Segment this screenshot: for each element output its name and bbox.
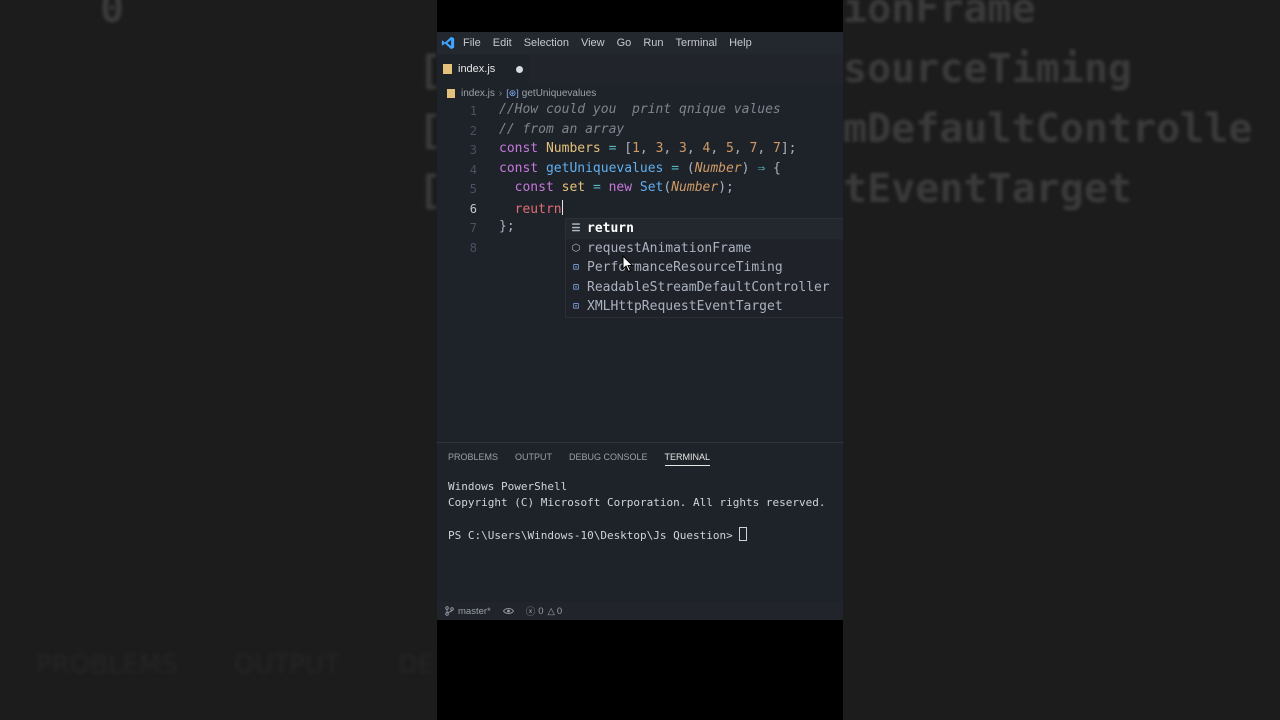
bg-right-text-2: sourceTiming bbox=[843, 46, 1132, 92]
bg-left-text-2: [e bbox=[418, 48, 437, 94]
live-share-indicator[interactable] bbox=[502, 607, 514, 615]
chevron-right-icon: › bbox=[498, 87, 503, 99]
code-text: const getUniquevalues = (Number) ⇒ { bbox=[499, 160, 781, 176]
error-icon: ⓧ bbox=[525, 607, 536, 618]
line-number: 7 bbox=[469, 221, 477, 235]
code-line-2: 2 // from an array bbox=[437, 122, 843, 141]
problems-indicator[interactable]: ⓧ 0 △ 0 bbox=[525, 604, 563, 619]
line-number: 2 bbox=[469, 123, 477, 138]
warning-icon: △ bbox=[547, 605, 555, 617]
code-line-1: 1 //How could you print qnique values bbox=[437, 102, 843, 121]
suggestion-item[interactable]: ⊡ PerformanceResourceTiming bbox=[566, 258, 843, 278]
bg-left-text-1: 0 bbox=[100, 0, 125, 32]
vscode-logo-icon bbox=[441, 36, 455, 50]
code-text: //How could you print qnique values bbox=[499, 102, 781, 117]
menu-bar: File Edit Selection View Go Run Terminal… bbox=[437, 32, 843, 54]
line-number: 1 bbox=[469, 104, 477, 118]
js-file-icon bbox=[447, 88, 455, 98]
menu-view[interactable]: View bbox=[581, 37, 605, 49]
line-number: 4 bbox=[469, 162, 477, 177]
bg-right-text-3: mDefaultControlle bbox=[843, 106, 1253, 152]
mouse-cursor-icon bbox=[622, 255, 634, 273]
branch-indicator[interactable]: master* bbox=[445, 606, 491, 617]
background-left-blur: 0 [e [e [e PROBLEMS OUTPUT DE bbox=[0, 0, 437, 720]
menu-terminal[interactable]: Terminal bbox=[676, 37, 718, 49]
keyword-icon: ☰ bbox=[571, 223, 581, 235]
terminal-output[interactable]: Windows PowerShell Copyright (C) Microso… bbox=[448, 479, 826, 544]
suggestion-item[interactable]: ☰ return bbox=[566, 219, 843, 239]
bg-problems-text: PROBLEMS bbox=[36, 650, 178, 680]
bg-right-text-4: tEventTarget bbox=[843, 166, 1132, 212]
menu-file[interactable]: File bbox=[463, 37, 481, 49]
code-text: const set = new Set(Number); bbox=[514, 180, 734, 195]
warning-count: 0 bbox=[556, 605, 563, 617]
suggestion-item[interactable]: ⊡ ReadableStreamDefaultController bbox=[566, 278, 843, 298]
suggestion-label: requestAnimationFrame bbox=[587, 240, 752, 256]
tab-output[interactable]: OUTPUT bbox=[515, 452, 552, 466]
variable-icon: ⊡ bbox=[572, 262, 580, 274]
tab-terminal[interactable]: TERMINAL bbox=[664, 452, 711, 466]
error-count: 0 bbox=[538, 605, 544, 617]
git-branch-icon bbox=[445, 606, 454, 616]
code-line-5: 5 const set = new Set(Number); bbox=[437, 180, 843, 199]
variable-icon: ⊡ bbox=[572, 301, 580, 313]
code-text: reutrn bbox=[514, 199, 563, 217]
status-bar: master* ⓧ 0 △ 0 bbox=[437, 602, 843, 620]
terminal-cursor bbox=[739, 527, 748, 541]
line-number: 5 bbox=[469, 182, 477, 196]
letterbox-bottom bbox=[437, 620, 843, 720]
function-icon: ⬡ bbox=[571, 242, 581, 254]
letterbox-top bbox=[437, 0, 843, 32]
terminal-prompt: PS C:\Users\Windows-10\Desktop\Js Questi… bbox=[448, 529, 740, 542]
bg-left-text-3: [e bbox=[418, 108, 437, 154]
bg-right-text-1: ionFrame bbox=[843, 0, 1036, 32]
editor-tab-bar: index.js bbox=[437, 54, 843, 84]
tab-problems[interactable]: PROBLEMS bbox=[448, 452, 498, 466]
bottom-panel: PROBLEMS OUTPUT DEBUG CONSOLE TERMINAL W… bbox=[437, 442, 843, 603]
line-number: 6 bbox=[469, 201, 477, 216]
unsaved-dot-icon[interactable] bbox=[516, 66, 523, 73]
function-symbol-icon: [⊛] bbox=[506, 87, 519, 98]
js-file-icon bbox=[443, 64, 452, 74]
breadcrumb-file[interactable]: index.js bbox=[461, 88, 495, 99]
menu-edit[interactable]: Edit bbox=[493, 37, 512, 49]
tab-index-js[interactable]: index.js bbox=[437, 54, 529, 84]
terminal-line: Windows PowerShell bbox=[448, 480, 568, 493]
eye-icon bbox=[502, 608, 514, 614]
code-text: }; bbox=[499, 219, 515, 234]
breadcrumb: index.js › [⊛] getUniquevalues bbox=[437, 84, 843, 102]
line-number: 3 bbox=[469, 143, 477, 157]
bg-output-text: OUTPUT bbox=[234, 650, 340, 680]
suggestion-label: XMLHttpRequestEventTarget bbox=[587, 299, 783, 315]
code-line-4: 4 const getUniquevalues = (Number) ⇒ { bbox=[437, 161, 843, 180]
suggestion-item[interactable]: ⬡ requestAnimationFrame bbox=[566, 239, 843, 259]
suggestion-label: ReadableStreamDefaultController bbox=[587, 279, 830, 295]
menu-help[interactable]: Help bbox=[729, 37, 752, 49]
menu-selection[interactable]: Selection bbox=[524, 37, 569, 49]
code-text: // from an array bbox=[499, 121, 625, 137]
line-number: 8 bbox=[469, 240, 477, 255]
vscode-window: File Edit Selection View Go Run Terminal… bbox=[437, 32, 843, 620]
branch-name: master* bbox=[458, 605, 491, 617]
menu-go[interactable]: Go bbox=[617, 37, 632, 49]
panel-tabs: PROBLEMS OUTPUT DEBUG CONSOLE TERMINAL bbox=[448, 452, 727, 466]
background-right-blur: ionFrame sourceTiming mDefaultControlle … bbox=[843, 0, 1280, 720]
tab-debug-console[interactable]: DEBUG CONSOLE bbox=[569, 452, 648, 466]
bg-left-text-4: [e bbox=[418, 168, 437, 214]
bg-debug-text: DE bbox=[398, 650, 435, 680]
tab-label: index.js bbox=[458, 63, 496, 75]
variable-icon: ⊡ bbox=[572, 281, 580, 293]
code-text: const Numbers = [1, 3, 3, 4, 5, 7, 7]; bbox=[499, 141, 797, 156]
autocomplete-suggestions: ☰ return ⬡ requestAnimationFrame ⊡ Perfo… bbox=[565, 218, 843, 318]
suggestion-item[interactable]: ⊡ XMLHttpRequestEventTarget bbox=[566, 297, 843, 317]
terminal-line: Copyright (C) Microsoft Corporation. All… bbox=[448, 496, 826, 509]
breadcrumb-symbol[interactable]: getUniquevalues bbox=[522, 88, 597, 99]
code-line-6: 6 reutrn bbox=[437, 199, 843, 219]
suggestion-label: PerformanceResourceTiming bbox=[587, 260, 783, 276]
code-line-3: 3 const Numbers = [1, 3, 3, 4, 5, 7, 7]; bbox=[437, 141, 843, 160]
menu-run[interactable]: Run bbox=[643, 37, 663, 49]
suggestion-label: return bbox=[587, 221, 634, 237]
